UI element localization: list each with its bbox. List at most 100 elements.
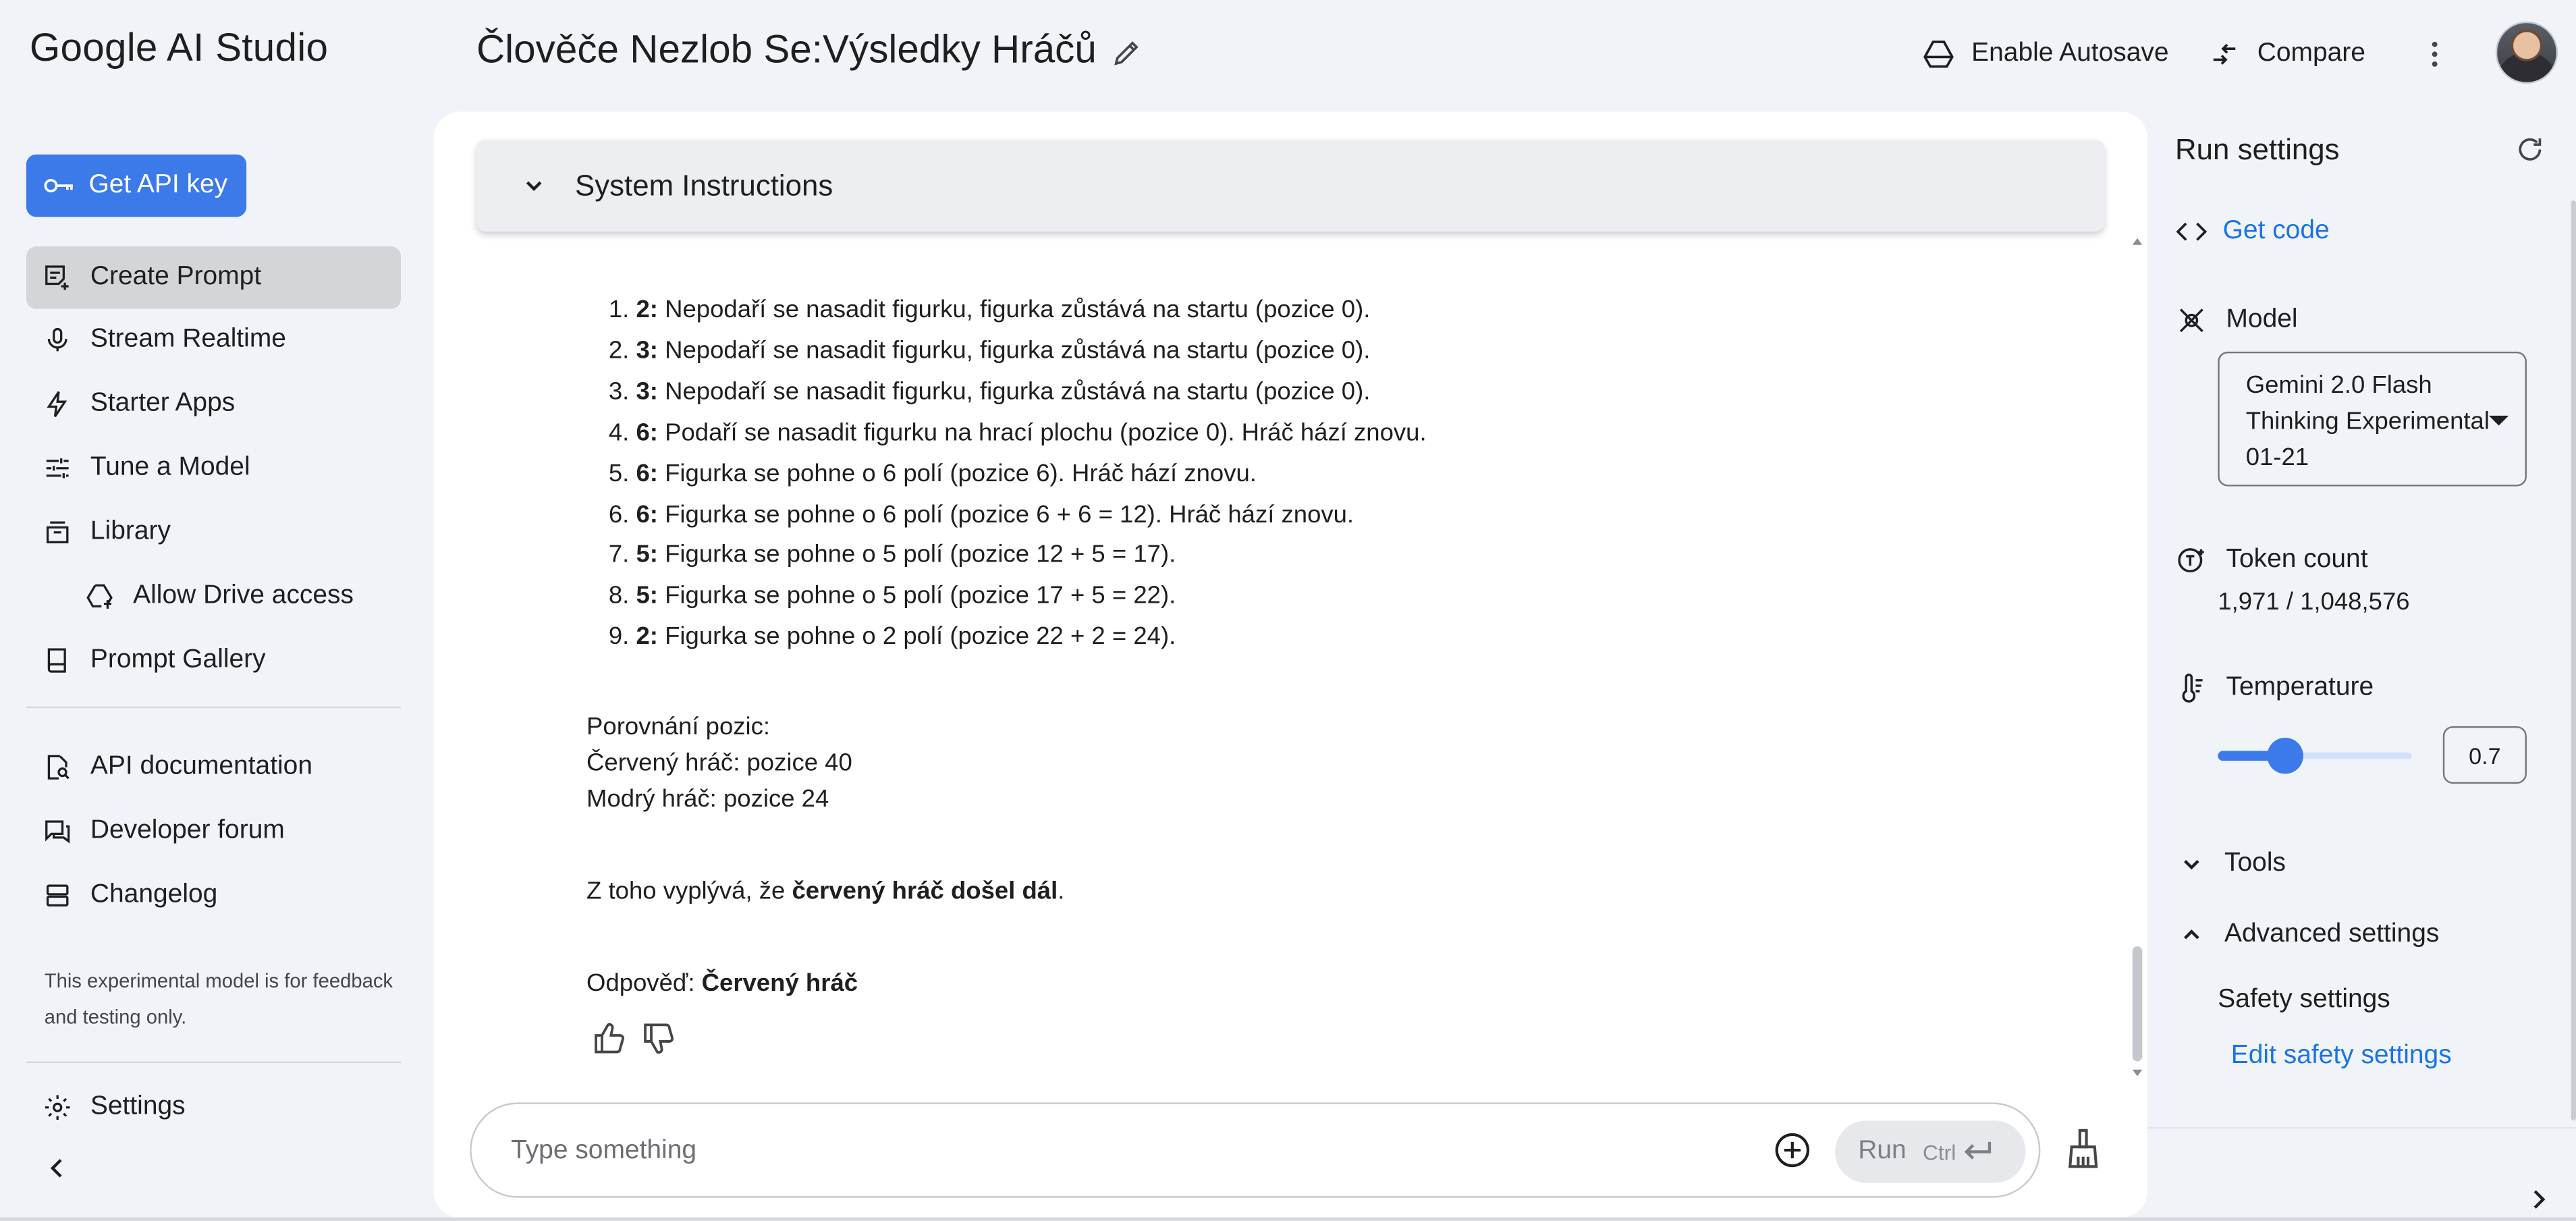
sidebar-item-allow-drive-access[interactable]: Allow Drive access (69, 565, 401, 628)
drive-add-icon (86, 584, 113, 609)
list-item: 8. 5: Figurka se pohne o 5 polí (pozice … (608, 581, 1176, 610)
sidebar-item-developer-forum[interactable]: Developer forum (26, 801, 401, 863)
sidebar-item-library[interactable]: Library (26, 501, 401, 564)
experimental-disclaimer: This experimental model is for feedback … (44, 969, 393, 1029)
key-icon (44, 179, 73, 193)
run-label: Run (1858, 1137, 1907, 1165)
chat-panel: System Instructions 1. 2: Nepodaří se na… (433, 111, 2147, 1218)
enable-autosave-button[interactable]: Enable Autosave (1922, 34, 2169, 74)
add-circle-icon[interactable] (1773, 1131, 1812, 1170)
thumbs-up-icon[interactable] (591, 1021, 628, 1057)
model-icon (2179, 308, 2203, 333)
answer-text: Odpověď: Červený hráč (586, 969, 858, 998)
settings-footer (2147, 1127, 2576, 1221)
list-item: 7. 5: Figurka se pohne o 5 polí (pozice … (608, 540, 1176, 569)
sidebar-item-label: Tune a Model (90, 453, 250, 482)
sidebar-item-label: Changelog (90, 880, 218, 909)
refresh-icon[interactable] (2515, 135, 2545, 165)
compare-button[interactable]: Compare (2208, 34, 2365, 74)
left-sidebar: Get API key Create Prompt Stream Realtim… (0, 109, 431, 1221)
book-icon (47, 648, 66, 673)
get-api-key-button[interactable]: Get API key (26, 154, 247, 217)
tools-section-toggle[interactable]: Tools (2180, 850, 2286, 879)
edit-safety-settings-link[interactable]: Edit safety settings (2231, 1041, 2452, 1071)
sidebar-item-label: Developer forum (90, 816, 285, 845)
compare-label: Compare (2257, 39, 2365, 67)
sidebar-item-prompt-gallery[interactable]: Prompt Gallery (26, 629, 401, 692)
temperature-input[interactable]: 0.7 (2442, 726, 2527, 784)
run-button[interactable]: Run Ctrl (1835, 1120, 2026, 1183)
comparison-heading: Porovnání pozic: (586, 713, 771, 741)
sidebar-item-settings[interactable]: Settings (26, 1076, 401, 1139)
system-instructions-label: System Instructions (575, 168, 833, 202)
sidebar-item-create-prompt[interactable]: Create Prompt (26, 246, 401, 309)
model-dropdown[interactable]: Gemini 2.0 Flash Thinking Experimental 0… (2218, 351, 2527, 487)
sidebar-item-api-documentation[interactable]: API documentation (26, 736, 401, 799)
chevron-up-icon (2184, 929, 2199, 940)
bottom-border (0, 1217, 2576, 1221)
sidebar-divider (26, 706, 401, 709)
prompt-title: Člověče Nezlob Se:Výsledky Hráčů (476, 28, 1097, 73)
chevron-down-icon (2184, 860, 2199, 870)
run-shortcut-label: Ctrl (1923, 1139, 1956, 1164)
chevron-down-icon (526, 181, 542, 192)
advanced-settings-toggle[interactable]: Advanced settings (2180, 920, 2439, 950)
list-item: 2. 3: Nepodaří se nasadit figurku, figur… (608, 337, 1371, 365)
sidebar-item-label: API documentation (90, 752, 313, 781)
temperature-label: Temperature (2175, 672, 2374, 705)
blue-player-position: Modrý hráč: pozice 24 (586, 785, 829, 813)
app-brand[interactable]: Google AI Studio (30, 26, 328, 72)
list-item: 6. 6: Figurka se pohne o 6 polí (pozice … (608, 501, 1354, 529)
scroll-down-icon[interactable] (2132, 1068, 2143, 1078)
chevron-right-icon[interactable] (2527, 1188, 2550, 1211)
token-count-label: Token count (2175, 544, 2368, 577)
sidebar-item-label: Library (90, 517, 171, 546)
create-prompt-icon (45, 265, 69, 290)
chat-scrollbar-thumb[interactable] (2132, 946, 2143, 1062)
settings-scrollbar[interactable] (2571, 200, 2576, 1121)
sidebar-divider (26, 1061, 401, 1063)
get-code-button[interactable]: Get code (2175, 217, 2330, 246)
changelog-icon (46, 884, 69, 906)
sidebar-item-label: Stream Realtime (90, 325, 286, 354)
sidebar-item-label: Allow Drive access (133, 581, 354, 610)
pencil-icon[interactable] (1111, 36, 1144, 70)
clear-chat-broom-icon[interactable] (2063, 1127, 2102, 1170)
red-player-position: Červený hráč: pozice 40 (586, 749, 852, 778)
thumbs-down-icon[interactable] (640, 1021, 677, 1057)
sidebar-item-starter-apps[interactable]: Starter Apps (26, 373, 401, 436)
chevron-left-icon[interactable] (43, 1154, 72, 1183)
top-bar: Google AI Studio Člověče Nezlob Se:Výsle… (0, 0, 2576, 109)
autosave-label: Enable Autosave (1971, 39, 2169, 67)
library-icon (46, 521, 69, 543)
sidebar-item-stream-realtime[interactable]: Stream Realtime (26, 309, 401, 372)
api-key-label: Get API key (88, 171, 228, 199)
scroll-up-icon[interactable] (2132, 237, 2143, 247)
prompt-input[interactable] (511, 1130, 1727, 1174)
enter-key-icon (1963, 1141, 1991, 1160)
thermometer-icon (2182, 673, 2203, 703)
code-icon (2176, 222, 2208, 241)
sidebar-item-label: Prompt Gallery (90, 645, 266, 674)
forum-icon (45, 820, 70, 844)
run-settings-title: Run settings (2175, 133, 2340, 166)
tune-icon (46, 458, 69, 479)
prompt-input-bar: Run Ctrl (470, 1102, 2041, 1198)
compare-icon (2213, 43, 2236, 65)
conclusion-text: Z toho vyplývá, že červený hráč došel dá… (586, 877, 1065, 906)
get-code-label: Get code (2222, 217, 2330, 245)
sidebar-item-tune-model[interactable]: Tune a Model (26, 437, 401, 500)
slider-knob[interactable] (2267, 738, 2303, 774)
temperature-slider[interactable] (2218, 738, 2412, 774)
dropdown-caret-icon (2488, 415, 2509, 426)
drive-icon (1923, 40, 1954, 68)
model-section-label: Model (2175, 304, 2298, 337)
microphone-icon (47, 327, 67, 352)
sidebar-item-label: Settings (90, 1092, 186, 1121)
more-options-icon[interactable] (2418, 36, 2451, 73)
list-item: 4. 6: Podaří se nasadit figurku na hrací… (608, 418, 1427, 447)
user-avatar[interactable] (2495, 21, 2558, 84)
sidebar-item-changelog[interactable]: Changelog (26, 864, 401, 927)
system-instructions-header[interactable]: System Instructions (476, 139, 2105, 232)
list-item: 3. 3: Nepodaří se nasadit figurku, figur… (608, 377, 1371, 406)
